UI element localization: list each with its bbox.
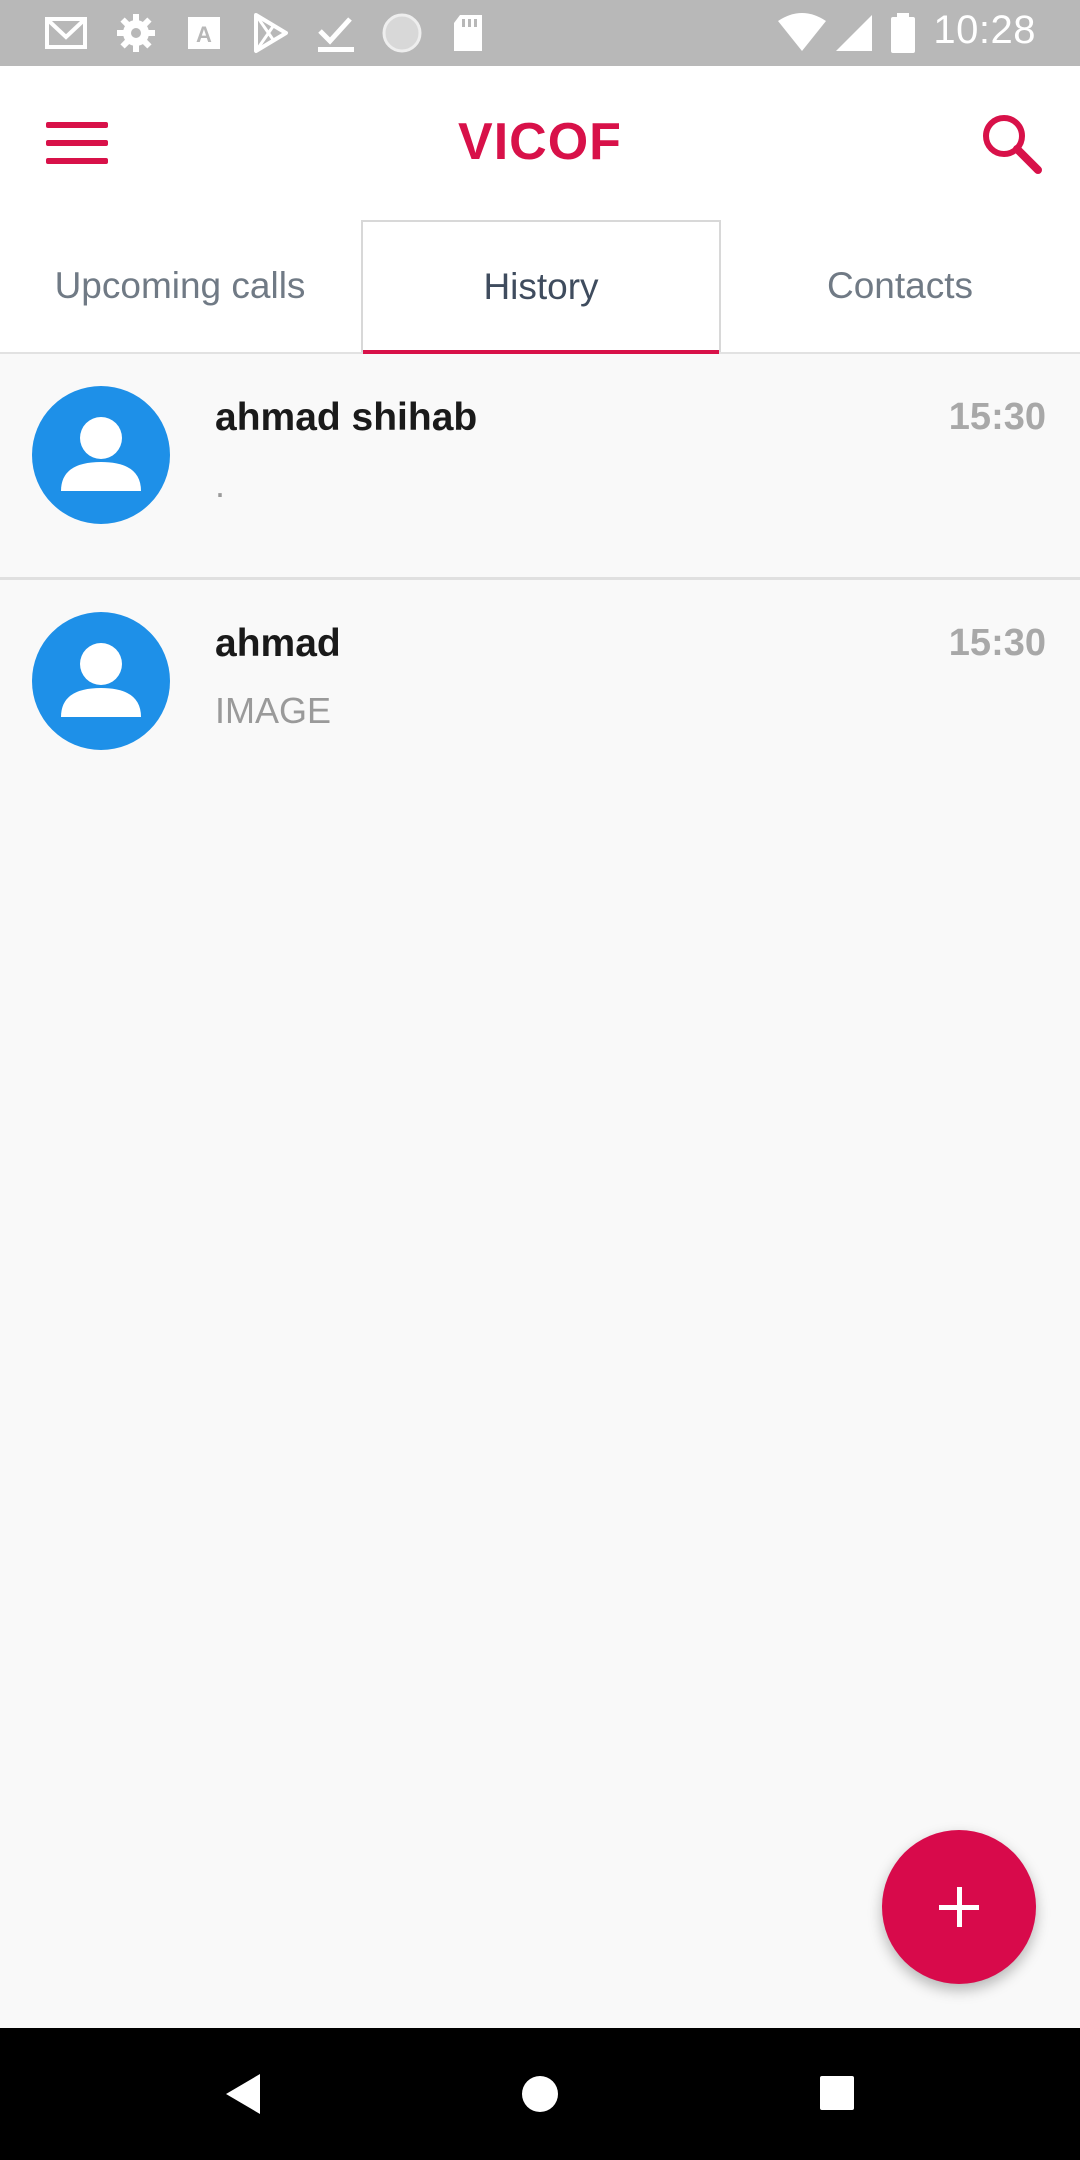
back-icon[interactable] [212, 2064, 272, 2124]
call-time: 15:30 [948, 622, 1046, 664]
add-button[interactable] [882, 1830, 1036, 1984]
svg-text:A: A [196, 22, 212, 47]
play-store-icon [254, 13, 288, 53]
recents-icon[interactable] [808, 2064, 868, 2124]
cell-signal-icon [836, 15, 872, 51]
app-bar: VICOF [0, 66, 1080, 220]
gmail-icon [45, 17, 87, 49]
system-nav-bar [0, 2028, 1080, 2160]
sd-card-icon [454, 15, 482, 51]
sync-circle-icon [382, 13, 422, 53]
call-subtitle: . [215, 464, 226, 505]
status-bar: A 10:28 [0, 0, 1080, 66]
list-item[interactable]: ahmad 15:30 IMAGE [0, 580, 1080, 804]
call-time: 15:30 [948, 396, 1046, 438]
download-done-icon [318, 17, 354, 52]
status-time: 10:28 [933, 8, 1036, 52]
tab-bar: Upcoming calls History Contacts [0, 220, 1080, 354]
tab-upcoming-calls[interactable]: Upcoming calls [0, 220, 360, 352]
battery-icon [891, 13, 915, 53]
list-item[interactable]: ahmad shihab 15:30 . [0, 354, 1080, 580]
contact-name: ahmad shihab [215, 396, 478, 439]
font-a-icon: A [188, 17, 220, 49]
avatar [32, 386, 170, 524]
history-list: ahmad shihab 15:30 . ahmad 15:30 IMAGE [0, 354, 1080, 804]
search-icon[interactable] [972, 104, 1052, 184]
app-title: VICOF [458, 113, 622, 171]
avatar [32, 612, 170, 750]
wifi-icon [778, 13, 826, 51]
person-icon [61, 643, 141, 717]
person-icon [61, 417, 141, 491]
settings-icon [117, 14, 155, 52]
call-subtitle: IMAGE [215, 690, 332, 731]
contact-name: ahmad [215, 622, 341, 665]
tab-contacts[interactable]: Contacts [720, 220, 1080, 352]
tab-history[interactable]: History [361, 220, 721, 354]
home-icon[interactable] [510, 2064, 570, 2124]
